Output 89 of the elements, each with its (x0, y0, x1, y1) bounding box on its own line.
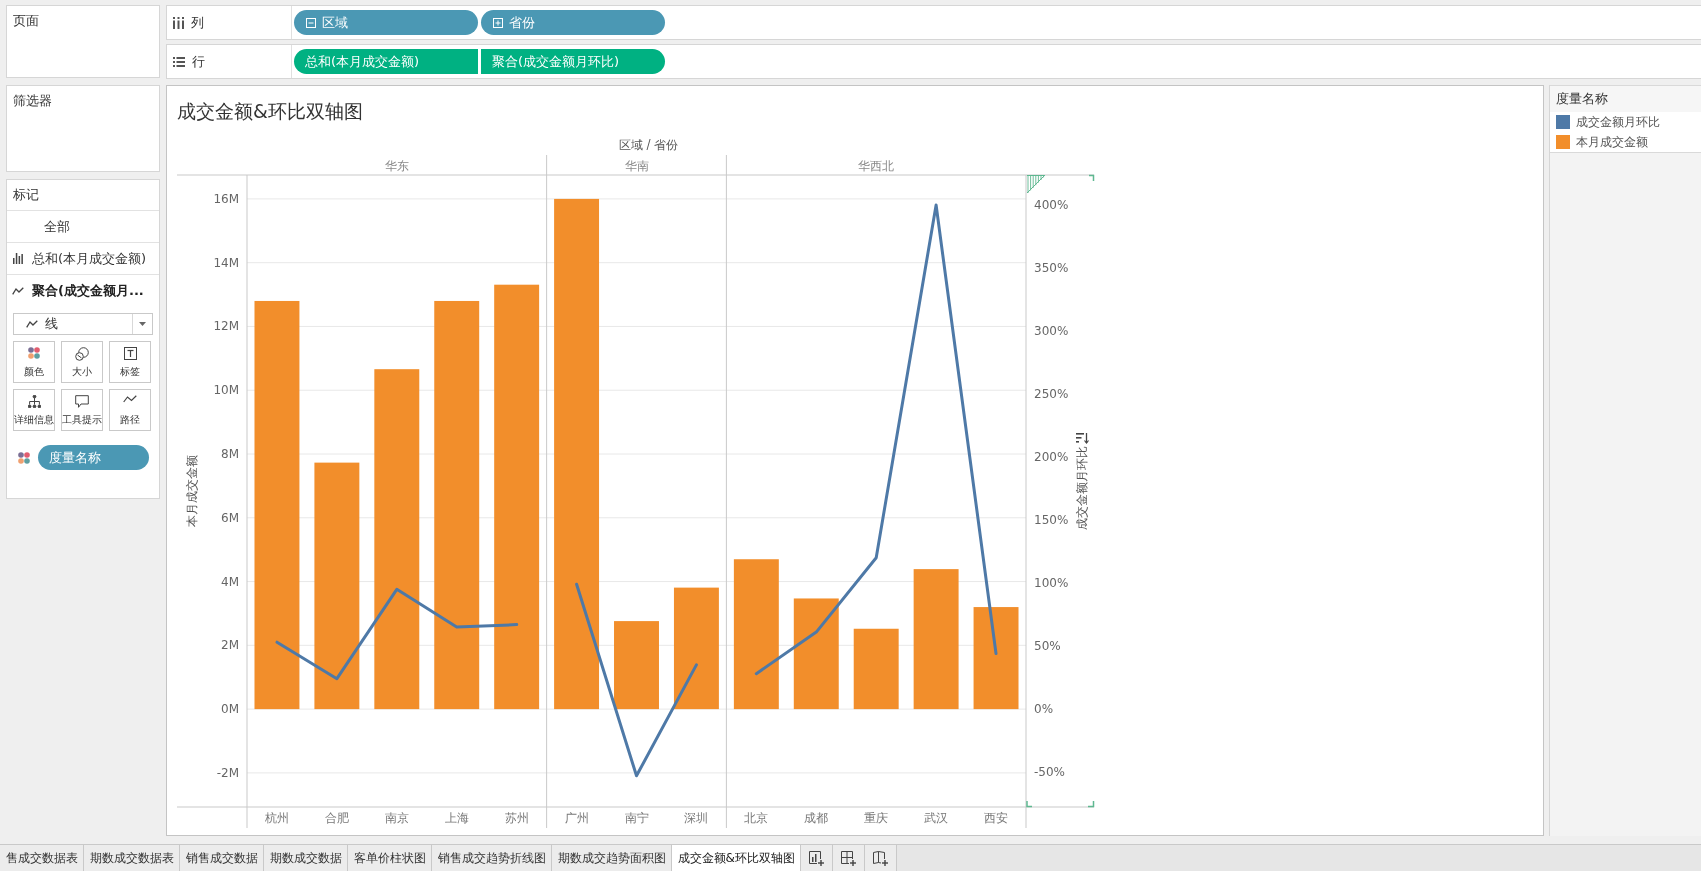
axis-tick-label: 0M (221, 702, 239, 717)
legend-label: 本月成交金额 (1576, 134, 1648, 150)
corner-bracket-icon (1087, 800, 1095, 808)
axis-tick-label: 150% (1034, 513, 1069, 527)
panel-title: 页面 (12, 12, 40, 30)
dots-icon (28, 347, 40, 359)
sheet-tab[interactable]: 销售成交趋势折线图 (432, 845, 552, 871)
axis-tick-label: 100% (1034, 576, 1069, 590)
panel-title: 筛选器 (12, 92, 53, 110)
category-label: 南宁 (624, 811, 649, 825)
shelf-label: 列 (191, 13, 204, 32)
panel-title: 标记 (13, 186, 39, 204)
mark-type-dropdown[interactable]: 线 (13, 313, 153, 335)
category-label: 深圳 (684, 811, 709, 825)
sort-icon[interactable] (1076, 432, 1090, 444)
rows-icon (173, 56, 185, 67)
category-label: 杭州 (264, 811, 289, 825)
legend-label: 成交金额月环比 (1576, 114, 1660, 130)
axis-tick-label: 400% (1034, 198, 1069, 212)
axis-tick-label: 200% (1034, 450, 1069, 464)
chart-plus-icon[interactable] (808, 850, 825, 866)
path-button[interactable]: 路径 (109, 389, 151, 431)
color-button[interactable]: 颜色 (13, 341, 55, 383)
book-plus-icon[interactable] (872, 850, 889, 866)
corner-bracket-icon (1026, 800, 1033, 808)
category-label: 南京 (384, 811, 409, 825)
label-button[interactable]: 标签 (109, 341, 151, 383)
hierarchy-icon (27, 395, 41, 408)
category-label: 合肥 (324, 811, 349, 825)
hatched-triangle-icon (1026, 174, 1046, 194)
category-label: 重庆 (864, 811, 889, 825)
sheet-tab[interactable]: 期数成交数据表 (84, 845, 180, 871)
axis-tick-label: 10M (213, 383, 239, 398)
sheet-tab[interactable]: 销售成交数据 (180, 845, 264, 871)
shelf-label: 行 (192, 52, 205, 71)
marks-card-tab[interactable]: 聚合(成交金额月... (7, 274, 159, 306)
sheet-tab[interactable]: 客单价柱状图 (348, 845, 432, 871)
axis-tick-label: 2M (221, 638, 239, 653)
bar-chart-icon (12, 253, 23, 264)
region-header: 华南 (624, 159, 649, 173)
category-label: 广州 (564, 811, 589, 825)
category-label: 西安 (984, 811, 1009, 825)
axis-title: 成交金额月环比 (1075, 446, 1089, 530)
chart-title: 成交金额&环比双轴图 (177, 99, 363, 124)
sheet-tab[interactable]: 成交金额&环比双轴图 (672, 845, 802, 871)
axis-tick-label: -50% (1034, 764, 1065, 779)
text-box-icon (123, 347, 137, 360)
axis-tick-label: 6M (221, 510, 239, 525)
category-label: 武汉 (924, 811, 949, 825)
detail-button[interactable]: 详细信息 (13, 389, 55, 431)
category-label: 北京 (744, 811, 769, 825)
sheet-tab[interactable]: 售成交数据表 (0, 845, 84, 871)
zigzag-line-icon (123, 395, 137, 403)
caret-icon (139, 322, 146, 326)
axis-tick-label: 16M (213, 191, 239, 206)
sheet-tab[interactable]: 期数成交数据 (264, 845, 348, 871)
minus-box-icon (306, 17, 316, 28)
columns-icon (173, 16, 184, 29)
region-header: 华东 (384, 159, 409, 173)
dots-icon (18, 451, 30, 464)
axis-tick-label: 50% (1034, 639, 1061, 653)
category-label: 上海 (444, 811, 469, 825)
legend-title: 度量名称 (1550, 86, 1701, 112)
axis-tick-label: 250% (1034, 387, 1069, 401)
size-button[interactable]: 大小 (61, 341, 103, 383)
axis-tick-label: 14M (213, 255, 239, 270)
marks-card-tab[interactable]: 总和(本月成交金额) (7, 242, 159, 274)
line-chart-icon (26, 320, 38, 328)
tooltip-button[interactable]: 工具提示 (61, 389, 103, 431)
axis-tick-label: 350% (1034, 261, 1069, 275)
sheet-tab[interactable]: 期数成交趋势面积图 (552, 845, 672, 871)
axis-tick-label: 300% (1034, 324, 1069, 338)
plus-box-icon (493, 17, 503, 28)
axis-title: 本月成交金额 (185, 455, 199, 527)
axis-tick-label: 12M (213, 319, 239, 334)
corner-bracket-icon (1088, 174, 1095, 182)
region-header: 华西北 (858, 159, 895, 173)
marks-card-tab[interactable]: 全部 (7, 210, 159, 242)
axis-tick-label: 0% (1034, 701, 1054, 716)
category-label: 成都 (804, 811, 829, 825)
circles-icon (75, 347, 89, 361)
axis-tick-label: 4M (221, 574, 239, 589)
grid-plus-icon[interactable] (840, 850, 857, 866)
line-chart-icon (11, 286, 24, 295)
axis-title: 区域 / 省份 (618, 138, 679, 152)
axis-tick-label: 8M (221, 447, 239, 461)
axis-tick-label: -2M (216, 765, 239, 780)
category-label: 苏州 (504, 811, 529, 825)
speech-bubble-icon (75, 395, 89, 408)
